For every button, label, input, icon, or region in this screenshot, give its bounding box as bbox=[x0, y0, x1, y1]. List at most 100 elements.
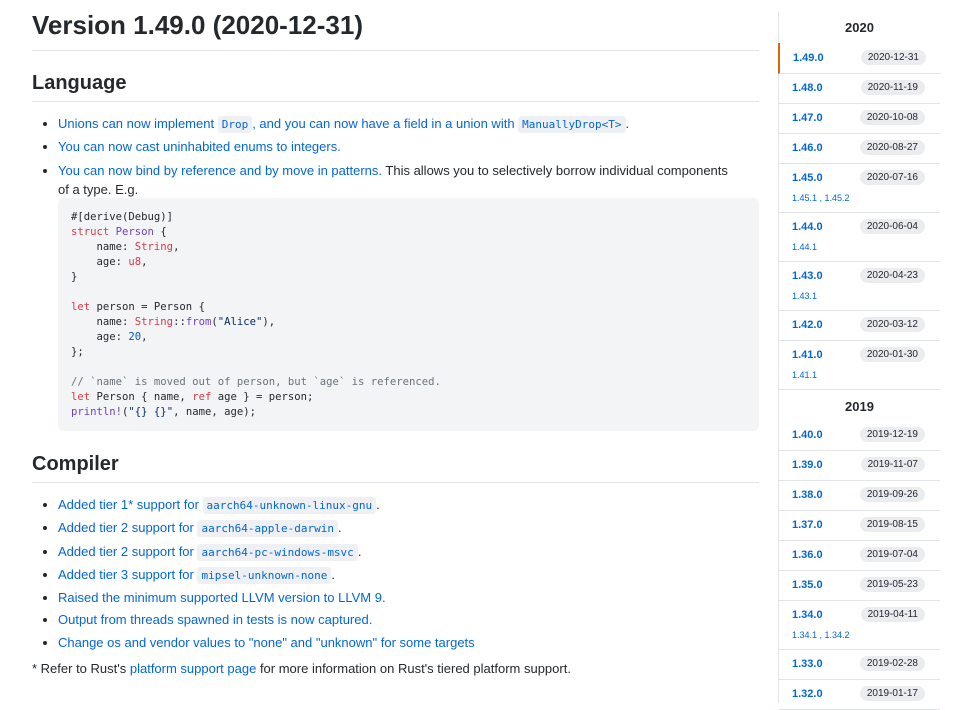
release-version-link[interactable]: 1.49.0 bbox=[793, 52, 824, 64]
footnote: * Refer to Rust's platform support page … bbox=[32, 661, 571, 676]
release-item[interactable]: 1.43.0 2020-04-23 1.43.1 bbox=[779, 261, 940, 311]
bind-by-move-link[interactable]: You can now bind by reference and by mov… bbox=[58, 163, 382, 178]
release-date-badge: 2020-07-16 bbox=[859, 170, 925, 185]
release-item[interactable]: 1.41.0 2020-01-30 1.41.1 bbox=[779, 340, 940, 390]
release-version-link[interactable]: 1.41.0 bbox=[792, 349, 823, 361]
release-date-badge: 2020-10-08 bbox=[859, 110, 925, 125]
compiler-list: Added tier 1* support for aarch64-unknow… bbox=[32, 494, 759, 654]
release-date-badge: 2019-12-19 bbox=[859, 427, 925, 442]
release-version-link[interactable]: 1.45.0 bbox=[792, 172, 823, 184]
compiler-item-link[interactable]: Output from threads spawned in tests is … bbox=[58, 612, 372, 627]
release-date-badge: 2020-04-23 bbox=[859, 268, 925, 283]
inline-code: ManuallyDrop<T> bbox=[518, 116, 626, 133]
point-release-links[interactable]: 1.41.1 bbox=[792, 370, 817, 380]
release-date-badge: 2019-08-15 bbox=[859, 517, 925, 532]
release-version-link[interactable]: 1.38.0 bbox=[792, 489, 823, 501]
language-divider bbox=[32, 101, 759, 102]
release-date-badge: 2020-11-19 bbox=[860, 80, 925, 95]
release-version-link[interactable]: 1.47.0 bbox=[792, 112, 823, 124]
year-heading-2020: 2020 bbox=[845, 20, 874, 35]
point-release-links[interactable]: 1.34.1 , 1.34.2 bbox=[792, 630, 850, 640]
point-release-links[interactable]: 1.44.1 bbox=[792, 242, 817, 252]
page-title: Version 1.49.0 (2020-12-31) bbox=[32, 10, 363, 40]
list-item: Output from threads spawned in tests is … bbox=[58, 609, 759, 631]
release-item[interactable]: 1.32.0 2019-01-17 bbox=[779, 679, 940, 710]
release-sidebar: 2020 1.49.0 2020-12-31 1.48.0 2020-11-19 1.4… bbox=[778, 12, 941, 710]
list-item: Added tier 3 support for mipsel-unknown-… bbox=[58, 564, 759, 587]
release-item[interactable]: 1.38.0 2019-09-26 bbox=[779, 480, 940, 511]
release-item[interactable]: 1.45.0 2020-07-16 1.45.1 , 1.45.2 bbox=[779, 163, 940, 213]
compiler-item-link[interactable]: Raised the minimum supported LLVM versio… bbox=[58, 590, 386, 605]
release-item[interactable]: 1.44.0 2020-06-04 1.44.1 bbox=[779, 212, 940, 262]
code-text: #[derive(Debug)] struct Person { name: S… bbox=[71, 211, 441, 418]
list-item: Added tier 2 support for aarch64-pc-wind… bbox=[58, 541, 759, 564]
inline-code: Drop bbox=[217, 116, 253, 133]
release-date-badge: 2020-08-27 bbox=[859, 140, 925, 155]
language-heading: Language bbox=[32, 72, 127, 94]
compiler-item-link[interactable]: Added tier 3 support for bbox=[58, 567, 197, 582]
release-version-link[interactable]: 1.43.0 bbox=[792, 270, 823, 282]
target-triple: aarch64-pc-windows-msvc bbox=[197, 543, 358, 561]
compiler-item-link[interactable]: Change os and vendor values to "none" an… bbox=[58, 635, 475, 650]
target-triple: aarch64-apple-darwin bbox=[197, 520, 338, 538]
release-item[interactable]: 1.39.0 2019-11-07 bbox=[779, 450, 940, 481]
release-version-link[interactable]: 1.48.0 bbox=[792, 82, 823, 94]
release-date-badge: 2019-01-17 bbox=[859, 686, 925, 701]
list-item: You can now bind by reference and by mov… bbox=[58, 159, 759, 199]
release-date-badge: 2020-06-04 bbox=[859, 219, 925, 234]
release-item[interactable]: 1.47.0 2020-10-08 bbox=[779, 103, 940, 134]
release-item[interactable]: 1.40.0 2019-12-19 bbox=[779, 420, 940, 451]
release-date-badge: 2020-03-12 bbox=[859, 317, 925, 332]
point-release-links[interactable]: 1.43.1 bbox=[792, 291, 817, 301]
release-date-badge: 2020-12-31 bbox=[860, 50, 926, 65]
target-triple: mipsel-unknown-none bbox=[197, 566, 332, 584]
release-item[interactable]: 1.37.0 2019-08-15 bbox=[779, 510, 940, 541]
release-item[interactable]: 1.48.0 2020-11-19 bbox=[779, 73, 940, 104]
compiler-item-link[interactable]: Added tier 2 support for bbox=[58, 520, 197, 535]
release-item[interactable]: 1.34.0 2019-04-11 1.34.1 , 1.34.2 bbox=[779, 600, 940, 650]
release-date-badge: 2019-07-04 bbox=[859, 547, 925, 562]
release-version-link[interactable]: 1.35.0 bbox=[792, 579, 823, 591]
year-heading-2019: 2019 bbox=[845, 399, 874, 414]
release-item[interactable]: 1.36.0 2019-07-04 bbox=[779, 540, 940, 571]
release-date-badge: 2019-09-26 bbox=[859, 487, 925, 502]
release-version-link[interactable]: 1.46.0 bbox=[792, 142, 823, 154]
list-item: Added tier 1* support for aarch64-unknow… bbox=[58, 494, 759, 517]
release-version-link[interactable]: 1.33.0 bbox=[792, 658, 823, 670]
point-release-links[interactable]: 1.45.1 , 1.45.2 bbox=[792, 193, 850, 203]
language-list: Unions can now implement Drop, and you c… bbox=[32, 113, 759, 199]
release-item[interactable]: 1.46.0 2020-08-27 bbox=[779, 133, 940, 164]
compiler-item-link[interactable]: Added tier 2 support for bbox=[58, 544, 197, 559]
release-date-badge: 2019-04-11 bbox=[860, 607, 925, 622]
compiler-item-link[interactable]: Added tier 1* support for bbox=[58, 497, 203, 512]
release-version-link[interactable]: 1.32.0 bbox=[792, 688, 823, 700]
list-item: Raised the minimum supported LLVM versio… bbox=[58, 587, 759, 609]
release-version-link[interactable]: 1.39.0 bbox=[792, 459, 823, 471]
platform-support-link[interactable]: platform support page bbox=[130, 661, 256, 676]
release-date-badge: 2020-01-30 bbox=[859, 347, 925, 362]
unions-drop-link[interactable]: Unions can now implement Drop, and you c… bbox=[58, 116, 626, 133]
release-item[interactable]: 1.42.0 2020-03-12 bbox=[779, 310, 940, 341]
release-version-link[interactable]: 1.40.0 bbox=[792, 429, 823, 441]
cast-enums-link[interactable]: You can now cast uninhabited enums to in… bbox=[58, 139, 341, 154]
release-date-badge: 2019-11-07 bbox=[860, 457, 925, 472]
compiler-heading: Compiler bbox=[32, 453, 119, 475]
release-version-link[interactable]: 1.42.0 bbox=[792, 319, 823, 331]
release-item[interactable]: 1.49.0 2020-12-31 bbox=[778, 43, 941, 74]
list-item: Change os and vendor values to "none" an… bbox=[58, 632, 759, 654]
list-item: You can now cast uninhabited enums to in… bbox=[58, 136, 759, 158]
compiler-divider bbox=[32, 482, 759, 483]
release-date-badge: 2019-02-28 bbox=[859, 656, 925, 671]
code-block: #[derive(Debug)] struct Person { name: S… bbox=[58, 198, 759, 431]
release-version-link[interactable]: 1.44.0 bbox=[792, 221, 823, 233]
list-item: Unions can now implement Drop, and you c… bbox=[58, 113, 759, 136]
title-divider bbox=[32, 50, 759, 51]
release-date-badge: 2019-05-23 bbox=[859, 577, 925, 592]
release-item[interactable]: 1.35.0 2019-05-23 bbox=[779, 570, 940, 601]
release-item[interactable]: 1.33.0 2019-02-28 bbox=[779, 649, 940, 680]
release-version-link[interactable]: 1.37.0 bbox=[792, 519, 823, 531]
list-item: Added tier 2 support for aarch64-apple-d… bbox=[58, 517, 759, 540]
release-version-link[interactable]: 1.36.0 bbox=[792, 549, 823, 561]
release-version-link[interactable]: 1.34.0 bbox=[792, 609, 823, 621]
target-triple: aarch64-unknown-linux-gnu bbox=[202, 497, 377, 514]
